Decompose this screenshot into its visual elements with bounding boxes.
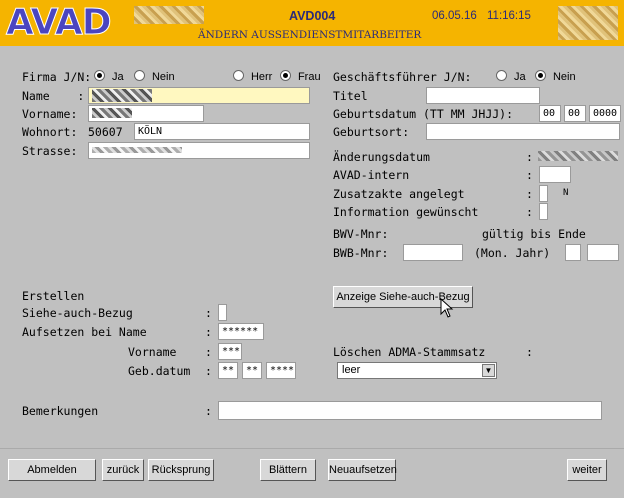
bwv-label: BWV-Mnr: <box>333 227 389 241</box>
zusatzakte-label: Zusatzakte angelegt <box>333 187 465 201</box>
firma-label: Firma J/N: <box>22 70 92 84</box>
firma-ja-radio[interactable]: Ja <box>94 69 124 83</box>
bwb-field[interactable] <box>403 244 463 261</box>
radio-icon <box>535 70 546 81</box>
mon-jahr-label: (Mon. Jahr) <box>474 246 551 260</box>
geb-jhjj-field[interactable]: 0000 <box>589 105 621 122</box>
weiter-button[interactable]: weiter <box>567 459 607 481</box>
loeschen-select[interactable]: leer ▼ <box>337 362 497 379</box>
colon: : <box>205 404 212 418</box>
geburtsdatum-label: Geburtsdatum (TT MM JHJJ): <box>333 107 514 121</box>
mouse-cursor-icon <box>440 298 454 318</box>
titel-field[interactable] <box>426 87 540 104</box>
abmelden-button[interactable]: Abmelden <box>8 459 96 481</box>
radio-icon <box>134 70 145 81</box>
geschaeftsfuehrer-label: Geschäftsführer J/N: <box>333 70 472 84</box>
colon: : <box>205 345 212 359</box>
colon: : <box>205 325 212 339</box>
avad-intern-field[interactable] <box>539 166 571 183</box>
siehe-auch-bezug-label: Siehe-auch-Bezug <box>22 306 133 320</box>
geburtsort-label: Geburtsort: <box>333 125 410 139</box>
loeschen-select-value: leer <box>342 364 361 376</box>
frau-radio[interactable]: Frau <box>280 69 321 83</box>
zurueck-button[interactable]: zurück <box>102 459 144 481</box>
wohnort-field[interactable]: KÖLN <box>134 123 310 140</box>
geb-mm-field[interactable]: 00 <box>564 105 586 122</box>
neuaufsetzen-button[interactable]: Neuaufsetzen <box>328 459 397 481</box>
aufsetzen-vorname-label: Vorname <box>128 345 177 359</box>
strasse-label: Strasse: <box>22 144 78 158</box>
bwb-jahr-field[interactable] <box>587 244 619 261</box>
geburtsort-field[interactable] <box>426 123 620 140</box>
bemerkungen-label: Bemerkungen <box>22 404 99 418</box>
redacted-aenderungsdatum <box>538 151 618 161</box>
aufsetzen-vorname-field[interactable]: *** <box>218 343 242 360</box>
wohnort-plz[interactable]: 50607 <box>88 124 123 141</box>
geb-tt-field[interactable]: 00 <box>539 105 561 122</box>
redacted-strasse <box>92 147 182 153</box>
avad-intern-label: AVAD-intern <box>333 168 410 182</box>
aufsetzen-name-field[interactable]: ****** <box>218 323 264 340</box>
aufsetzen-gebdatum-label: Geb.datum <box>128 364 191 378</box>
ruecksprung-button[interactable]: Rücksprung <box>148 459 214 481</box>
bwb-mon-field[interactable] <box>565 244 581 261</box>
aenderungsdatum-label: Änderungsdatum <box>333 150 430 164</box>
gueltig-label: gültig bis Ende <box>482 227 586 241</box>
header-date: 06.05.16 <box>432 10 477 22</box>
aufsetzen-geb-jjjj-field[interactable]: **** <box>266 362 296 379</box>
gf-nein-radio[interactable]: Nein <box>535 69 576 83</box>
loeschen-label: Löschen ADMA-Stammsatz <box>333 345 486 359</box>
gf-ja-radio[interactable]: Ja <box>496 69 526 83</box>
erstellen-label: Erstellen <box>22 289 85 303</box>
vorname-label: Vorname: <box>22 107 78 121</box>
colon: : <box>526 345 533 359</box>
vorname-field[interactable] <box>88 105 204 122</box>
redacted-name <box>92 88 152 102</box>
radio-icon <box>280 70 291 81</box>
colon: : <box>526 150 533 164</box>
aufsetzen-geb-mm-field[interactable]: ** <box>242 362 262 379</box>
radio-icon <box>496 70 507 81</box>
colon: : <box>205 364 212 378</box>
header-graphic-left <box>134 6 204 24</box>
header-time: 11:16:15 <box>487 10 531 22</box>
chevron-down-icon: ▼ <box>482 364 495 377</box>
information-field[interactable] <box>539 203 548 220</box>
avad-logo: AVAD <box>6 2 113 43</box>
siehe-auch-bezug-field[interactable] <box>218 304 227 321</box>
strasse-field[interactable] <box>88 142 310 159</box>
radio-icon <box>233 70 244 81</box>
colon: : <box>526 205 533 219</box>
colon: : <box>526 168 533 182</box>
redacted-vorname <box>92 108 132 118</box>
aufsetzen-geb-tt-field[interactable]: ** <box>218 362 238 379</box>
zusatzakte-value: N <box>563 188 569 198</box>
aufsetzen-name-label: Aufsetzen bei Name <box>22 325 147 339</box>
header-graphic-right <box>558 6 618 40</box>
radio-icon <box>94 70 105 81</box>
bwb-label: BWB-Mnr: <box>333 246 389 260</box>
name-label: Name : <box>22 89 85 103</box>
wohnort-label: Wohnort: <box>22 125 78 139</box>
herr-radio[interactable]: Herr <box>233 69 272 83</box>
information-label: Information gewünscht <box>333 205 479 219</box>
screen-subtitle: ÄNDERN AUSSENDIENSTMITARBEITER <box>198 29 422 41</box>
screen-code: AVD004 <box>289 9 336 23</box>
titel-label: Titel : <box>333 89 437 103</box>
name-field[interactable] <box>88 87 310 104</box>
firma-nein-radio[interactable]: Nein <box>134 69 175 83</box>
bemerkungen-field[interactable] <box>218 401 602 420</box>
colon: : <box>205 306 212 320</box>
blaettern-button[interactable]: Blättern <box>260 459 316 481</box>
colon: : <box>526 187 533 201</box>
zusatzakte-field[interactable] <box>539 185 548 202</box>
